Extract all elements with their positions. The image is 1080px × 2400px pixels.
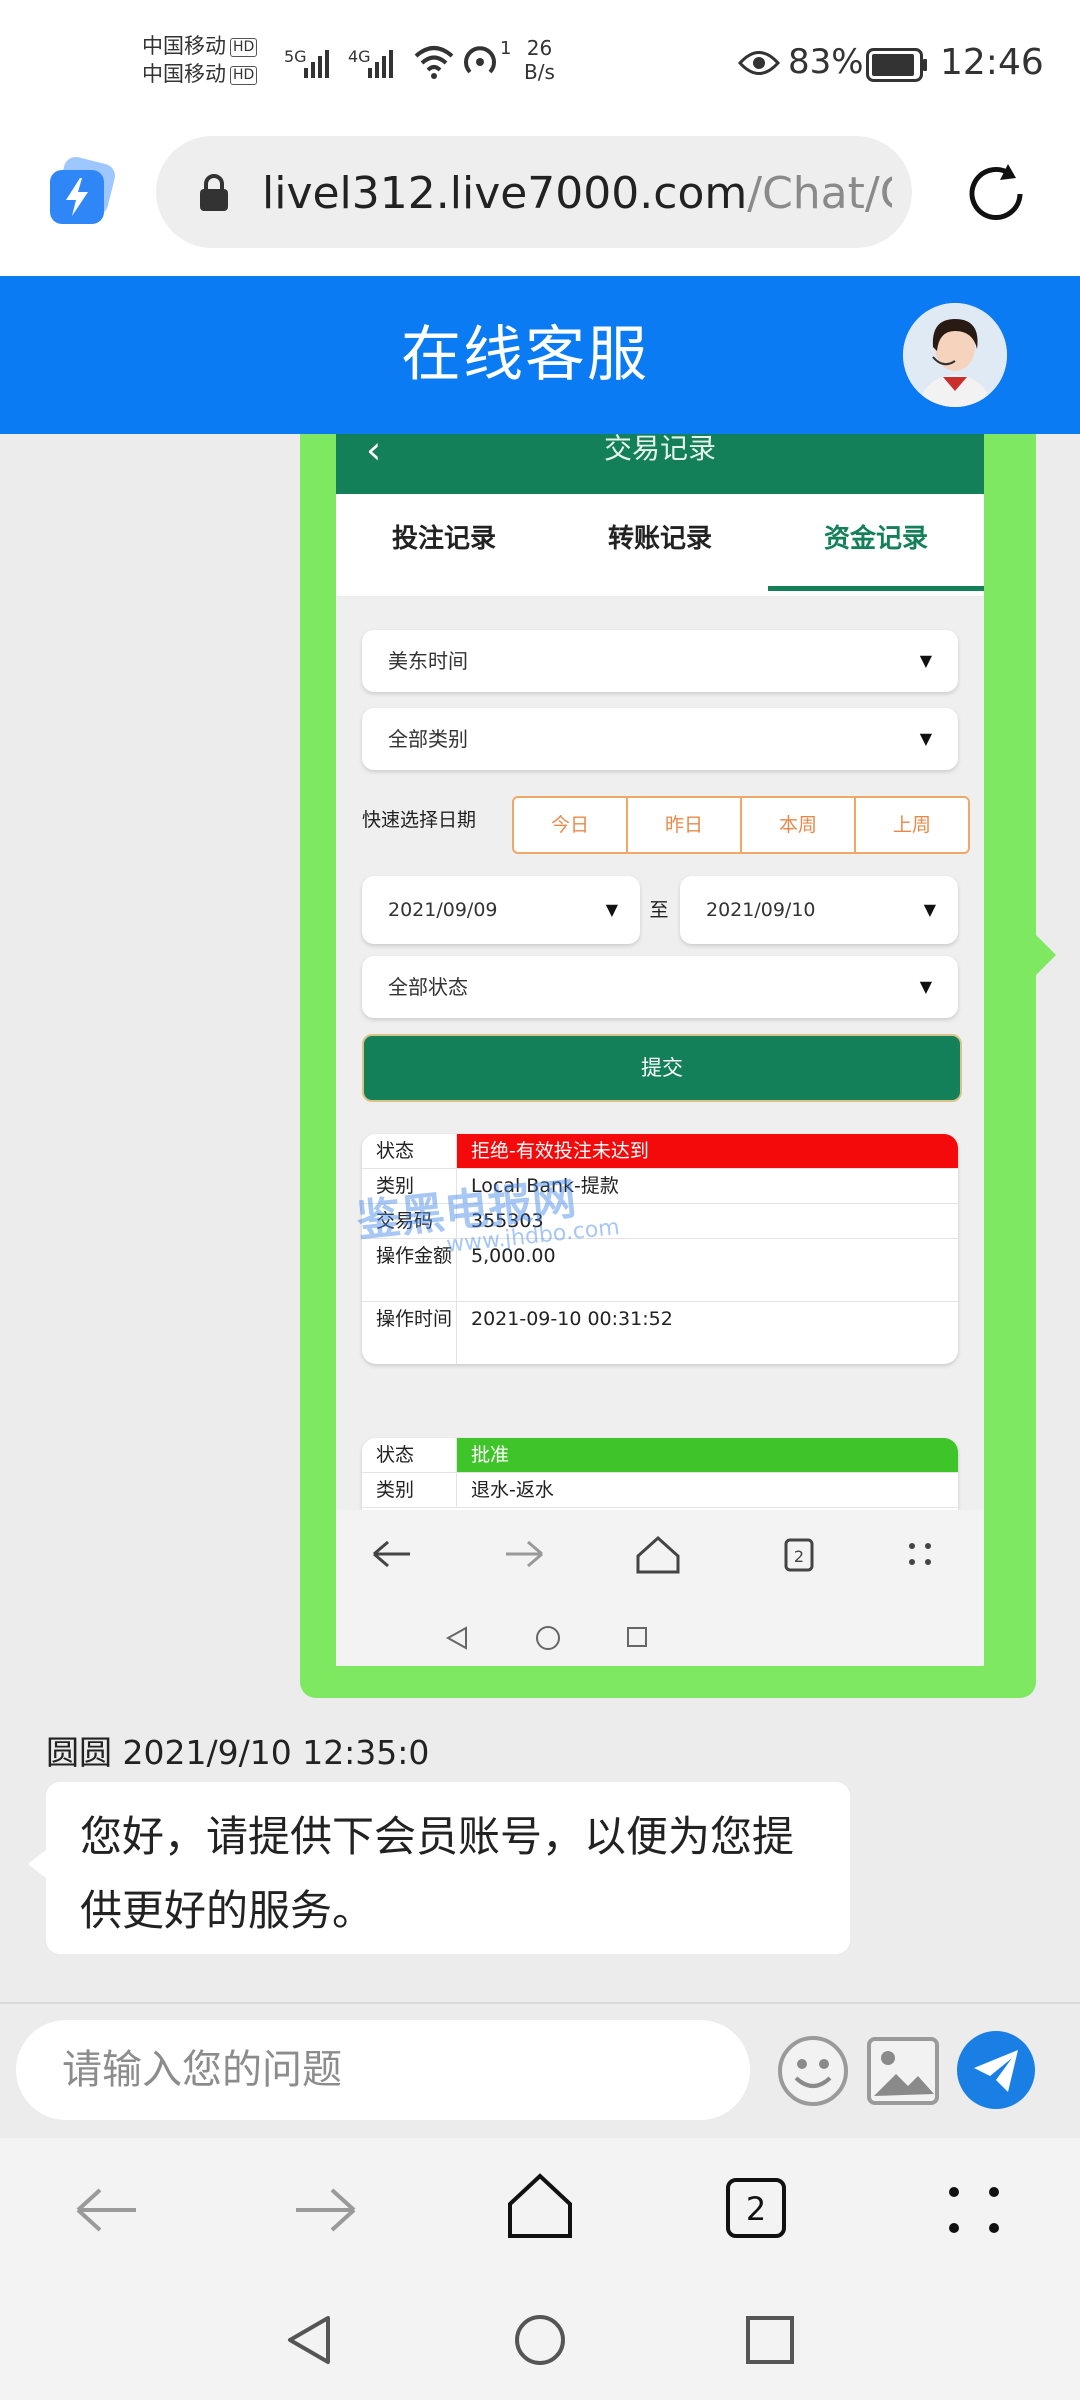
shared-screenshot[interactable]: ‹ 交易记录 投注记录 转账记录 资金记录 美东时间 ▼ 全部类别 ▼ 快速选择日期… (336, 434, 984, 1666)
message-timestamp: 2021/9/10 12:35:0 (122, 1733, 430, 1772)
carrier-label: 中国移动 HD 中国移动 HD (142, 32, 258, 88)
url-text[interactable]: livel312.live7000.com/Chat/C (262, 166, 892, 222)
category-select: 全部类别 ▼ (362, 708, 958, 770)
screenshot-title: 交易记录 (603, 434, 716, 465)
network-5g-label: 5G (284, 47, 307, 66)
battery-icon (866, 48, 928, 86)
record-row: 状态 拒绝-有效投注未达到 (362, 1134, 958, 1169)
quick-date-options: 今日 昨日 本周 上周 (512, 796, 970, 854)
caret-down-icon: ▼ (605, 900, 618, 919)
forward-arrow-icon[interactable] (290, 2180, 360, 2244)
send-icon (957, 2031, 1035, 2109)
date-to-select: 2021/09/10 ▼ (680, 876, 958, 944)
sys-recents-icon (627, 1627, 647, 1647)
sys-back-icon[interactable] (282, 2312, 338, 2372)
date-separator: 至 (649, 899, 669, 921)
caret-down-icon: ▼ (919, 977, 932, 996)
caret-down-icon: ▼ (923, 900, 936, 919)
bubble-tail (1036, 935, 1056, 975)
tab-underline (768, 586, 984, 591)
menu-icon[interactable] (944, 2180, 1004, 2244)
quick-today: 今日 (514, 798, 628, 852)
quick-this-week: 本周 (742, 798, 856, 852)
sys-back-icon (445, 1626, 467, 1650)
sys-home-icon (536, 1626, 560, 1650)
tabs-icon[interactable]: 2 (724, 2176, 788, 2244)
wifi-icon (412, 44, 456, 84)
status-select: 全部状态 ▼ (362, 956, 958, 1018)
record-card: 状态 批准 类别 退水-返水 (362, 1438, 958, 1510)
tab-transfer-records: 转账记录 (607, 524, 712, 554)
bubble-tail (28, 1850, 46, 1878)
chat-input[interactable] (16, 2020, 750, 2120)
tab-bet-records: 投注记录 (391, 524, 496, 554)
forward-arrow-icon (506, 1540, 543, 1568)
caret-down-icon: ▼ (919, 651, 932, 670)
emoji-icon[interactable] (776, 2034, 850, 2112)
screenshot-browser-nav: 2 (336, 1510, 984, 1666)
net-speed: 26 B/s (524, 36, 555, 84)
record-row: 状态 批准 (362, 1438, 958, 1473)
back-arrow-icon[interactable] (72, 2180, 142, 2244)
date-from-select: 2021/09/09 ▼ (362, 876, 640, 944)
back-arrow-icon (373, 1540, 410, 1568)
page-title: 在线客服 (401, 320, 649, 390)
home-icon (636, 1535, 680, 1574)
signal-icon: 5G 4G (284, 40, 414, 90)
quick-last-week: 上周 (892, 814, 931, 836)
network-4g-label: 4G (348, 47, 371, 66)
caret-down-icon: ▼ (919, 729, 932, 748)
tab-count: 2 (746, 2190, 766, 2228)
reload-icon[interactable] (958, 156, 1034, 236)
battery-percent: 83% (788, 42, 864, 82)
quick-yesterday: 昨日 (628, 798, 742, 852)
status-bar: 中国移动 HD 中国移动 HD 5G 4G 1 26 B/s 83% 12:46 (0, 0, 1080, 130)
hotspot-count: 1 (500, 38, 512, 59)
eye-icon (737, 48, 781, 82)
sys-recents-icon[interactable] (742, 2312, 798, 2372)
image-upload-icon[interactable] (866, 2036, 940, 2110)
message-text: 您好，请提供下会员账号，以便为您提供更好的服务。 (80, 1812, 795, 1935)
record-row: 操作时间 2021-09-10 00:31:52 (362, 1302, 958, 1364)
message-meta: 圆圆 2021/9/10 12:35:0 (46, 1733, 429, 1773)
agent-avatar[interactable] (903, 303, 1007, 407)
submit-button: 提交 (362, 1034, 962, 1102)
timezone-select: 美东时间 ▼ (362, 630, 958, 692)
quick-date-label: 快速选择日期 (362, 809, 477, 831)
sys-home-icon[interactable] (512, 2312, 568, 2372)
clock: 12:46 (940, 42, 1044, 83)
tab-fund-records: 资金记录 (823, 524, 928, 554)
browser-app-icon[interactable] (46, 156, 118, 232)
send-button[interactable] (956, 2030, 1036, 2114)
sender-name: 圆圆 (46, 1733, 112, 1772)
lock-icon (196, 172, 232, 216)
home-icon[interactable] (504, 2170, 576, 2244)
tab-count: 2 (794, 1547, 804, 1566)
record-row: 类别 退水-返水 (362, 1473, 958, 1508)
